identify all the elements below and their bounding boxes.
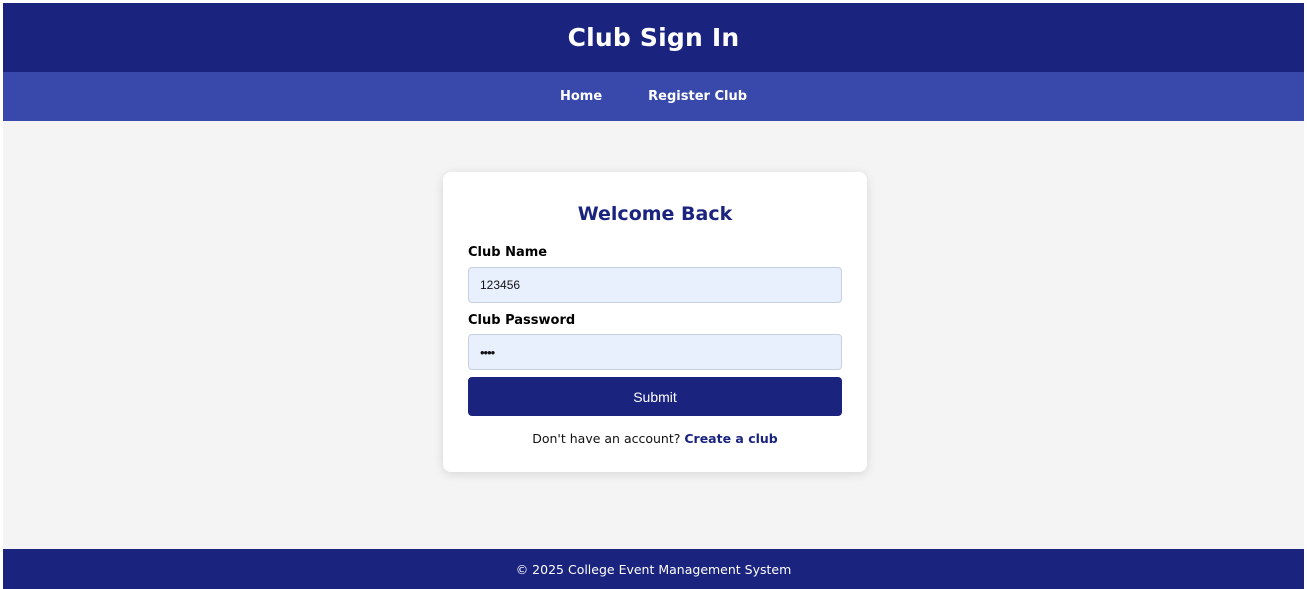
create-account-prompt: Don't have an account? Create a club [443,431,867,446]
page: Club Sign In Home Register Club Welcome … [3,3,1304,589]
submit-button[interactable]: Submit [468,377,842,416]
page-title: Club Sign In [567,23,740,52]
page-footer: © 2025 College Event Management System [3,549,1304,589]
account-prompt-text: Don't have an account? [532,431,681,446]
club-password-label: Club Password [468,313,576,328]
page-header: Club Sign In [3,3,1304,72]
club-password-input[interactable] [468,334,842,370]
nav-register-club-link[interactable]: Register Club [648,89,747,104]
club-name-input[interactable] [468,267,842,303]
footer-copyright: © 2025 College Event Management System [515,561,792,577]
create-club-link[interactable]: Create a club [684,431,777,446]
club-name-label: Club Name [468,245,548,260]
main-nav: Home Register Club [3,72,1304,121]
login-card: Welcome Back Club Name Club Password Sub… [443,172,867,472]
welcome-heading: Welcome Back [577,203,733,225]
nav-home-link[interactable]: Home [560,89,602,104]
